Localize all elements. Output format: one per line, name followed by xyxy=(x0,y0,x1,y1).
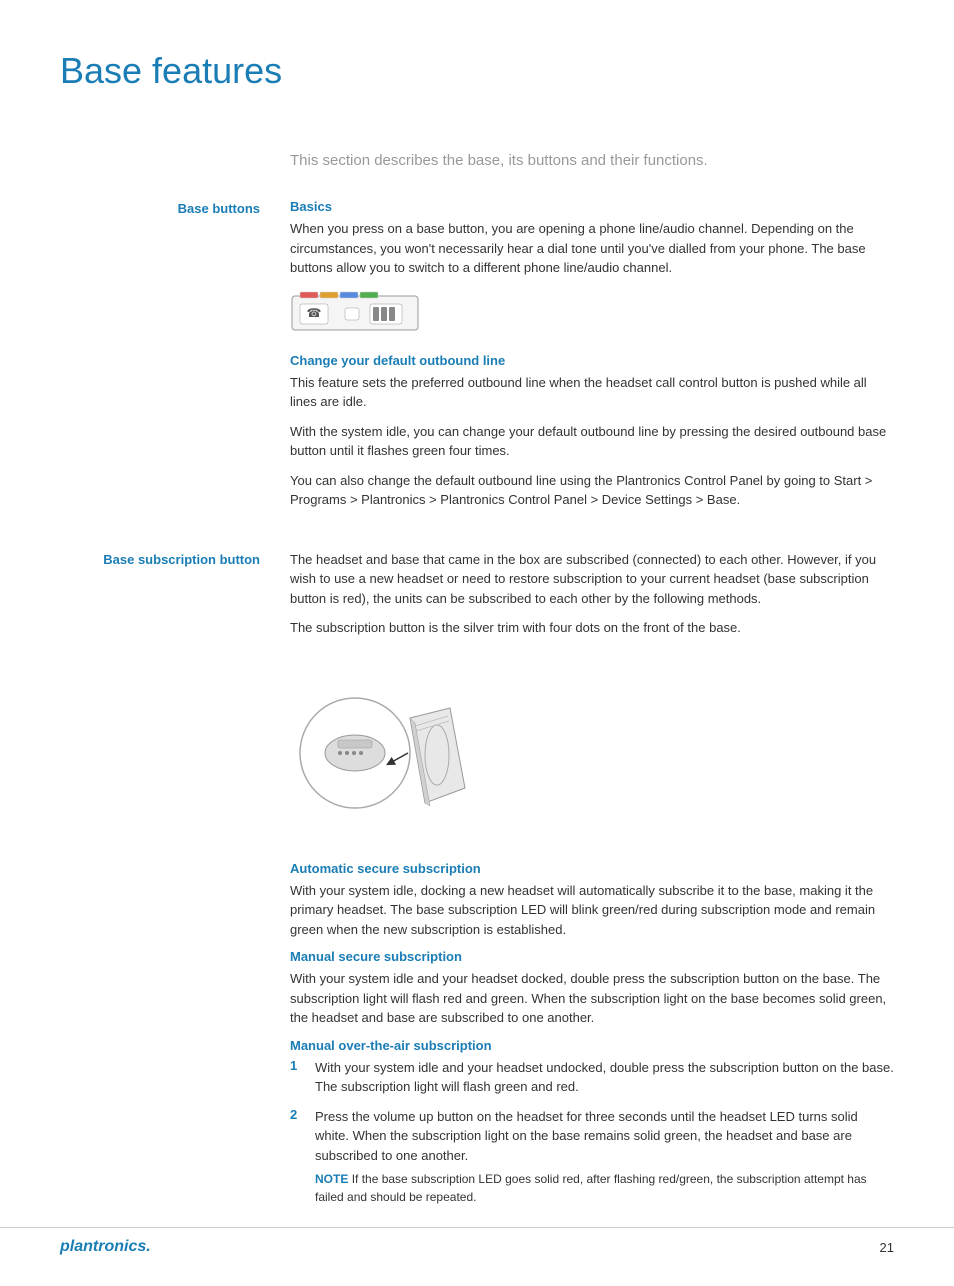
subscription-intro-2: The subscription button is the silver tr… xyxy=(290,618,894,638)
numbered-item-2-content: Press the volume up button on the headse… xyxy=(315,1107,894,1207)
manual-secure-text: With your system idle and your headset d… xyxy=(290,969,894,1028)
base-buttons-content: Basics When you press on a base button, … xyxy=(290,199,894,520)
manual-air-title: Manual over-the-air subscription xyxy=(290,1038,894,1053)
note-text: NOTE If the base subscription LED goes s… xyxy=(315,1170,894,1206)
auto-subscription-title: Automatic secure subscription xyxy=(290,861,894,876)
change-outbound-text-1: This feature sets the preferred outbound… xyxy=(290,373,894,412)
base-buttons-label: Base buttons xyxy=(60,199,290,520)
subscription-intro-1: The headset and base that came in the bo… xyxy=(290,550,894,609)
change-outbound-subsection: Change your default outbound line This f… xyxy=(290,353,894,510)
base-buttons-svg: ☎ xyxy=(290,288,420,338)
note-label: NOTE xyxy=(315,1172,348,1186)
basics-text: When you press on a base button, you are… xyxy=(290,219,894,278)
note-content: If the base subscription LED goes solid … xyxy=(315,1172,867,1204)
page-title: Base features xyxy=(60,50,894,92)
numbered-item-1: 1 With your system idle and your headset… xyxy=(290,1058,894,1097)
auto-subscription-subsection: Automatic secure subscription With your … xyxy=(290,861,894,940)
basics-subsection: Basics When you press on a base button, … xyxy=(290,199,894,338)
base-subscription-label: Base subscription button xyxy=(60,550,290,1217)
numbered-item-2: 2 Press the volume up button on the head… xyxy=(290,1107,894,1207)
footer-page-number: 21 xyxy=(880,1240,894,1255)
change-outbound-text-2: With the system idle, you can change you… xyxy=(290,422,894,461)
svg-text:☎: ☎ xyxy=(307,306,322,320)
item-number-1: 1 xyxy=(290,1058,310,1073)
numbered-text-2: Press the volume up button on the headse… xyxy=(315,1107,894,1166)
manual-secure-title: Manual secure subscription xyxy=(290,949,894,964)
device-svg xyxy=(290,658,510,838)
page-container: Base features This section describes the… xyxy=(0,0,954,1286)
item-number-2: 2 xyxy=(290,1107,310,1122)
manual-secure-subsection: Manual secure subscription With your sys… xyxy=(290,949,894,1028)
base-subscription-content: The headset and base that came in the bo… xyxy=(290,550,894,1217)
manual-air-subsection: Manual over-the-air subscription 1 With … xyxy=(290,1038,894,1207)
base-buttons-image: ☎ xyxy=(290,288,894,338)
change-outbound-text-3: You can also change the default outbound… xyxy=(290,471,894,510)
page-footer: plantronics. 21 xyxy=(0,1227,954,1256)
change-outbound-title: Change your default outbound line xyxy=(290,353,894,368)
base-buttons-section: Base buttons Basics When you press on a … xyxy=(60,199,894,520)
numbered-text-1: With your system idle and your headset u… xyxy=(315,1058,894,1097)
content-area: Base buttons Basics When you press on a … xyxy=(60,199,894,1226)
device-image xyxy=(290,658,894,841)
auto-subscription-text: With your system idle, docking a new hea… xyxy=(290,881,894,940)
basics-title: Basics xyxy=(290,199,894,214)
base-subscription-section: Base subscription button The headset and… xyxy=(60,550,894,1217)
section-intro: This section describes the base, its but… xyxy=(290,152,894,169)
footer-logo: plantronics. xyxy=(60,1238,151,1256)
